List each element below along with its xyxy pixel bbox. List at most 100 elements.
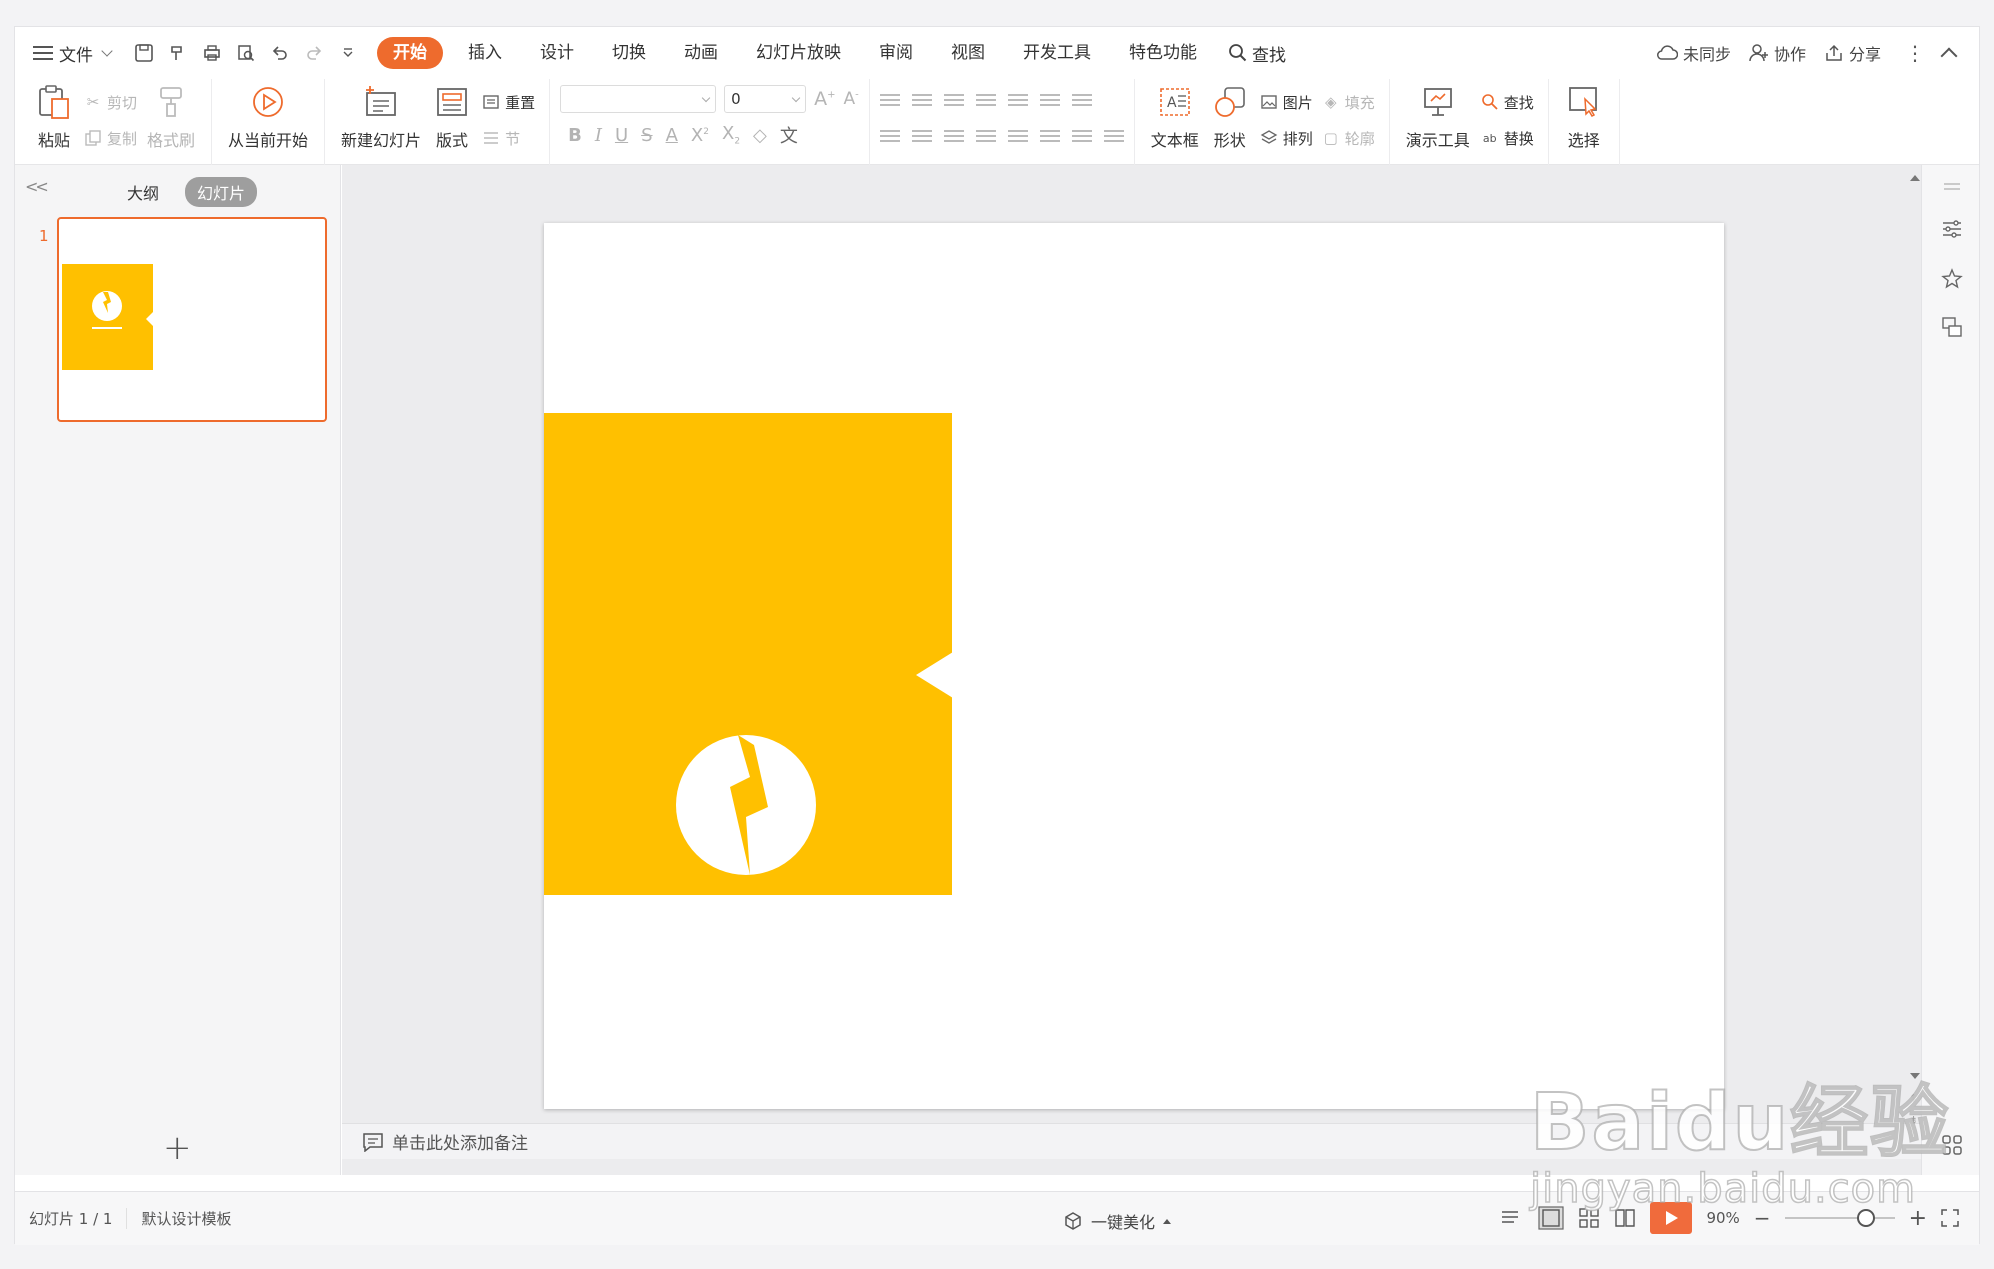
play-slideshow-button[interactable] xyxy=(1650,1202,1693,1234)
add-slide-button[interactable]: + xyxy=(163,1131,192,1165)
fit-window-icon[interactable] xyxy=(1941,1209,1959,1227)
zoom-out-icon[interactable]: − xyxy=(1754,1206,1771,1230)
tab-design[interactable]: 设计 xyxy=(521,37,593,69)
print-preview-icon[interactable] xyxy=(235,42,257,64)
notes-bar[interactable]: 单击此处添加备注 xyxy=(342,1123,1922,1159)
vertical-scrollbar[interactable]: ⇞ ⇟ xyxy=(1908,165,1922,1165)
reset-button[interactable]: 重置 xyxy=(481,89,535,115)
para-spacing-icon[interactable] xyxy=(1039,130,1060,144)
copy-button[interactable]: 复制 xyxy=(83,125,137,151)
justify-icon[interactable] xyxy=(975,130,996,144)
italic-icon[interactable]: I xyxy=(595,125,602,146)
columns-icon[interactable] xyxy=(1007,94,1028,108)
save-icon[interactable] xyxy=(133,42,155,64)
animation-star-icon[interactable] xyxy=(1940,267,1964,291)
select-button[interactable]: 选择 xyxy=(1559,83,1609,151)
zoom-level[interactable]: 90% xyxy=(1706,1209,1739,1227)
collapse-panel-icon[interactable]: << xyxy=(25,177,49,196)
format-painter-qa-icon[interactable] xyxy=(167,42,189,64)
tab-home[interactable]: 开始 xyxy=(377,37,443,69)
zoom-in-icon[interactable]: + xyxy=(1909,1206,1927,1231)
slide-thumbnail[interactable] xyxy=(57,217,327,422)
menu-search[interactable]: 查找 xyxy=(1228,41,1286,66)
list-settings-icon[interactable] xyxy=(1103,130,1124,144)
undo-icon[interactable] xyxy=(269,42,291,64)
arrange-button[interactable]: 排列 xyxy=(1259,125,1313,151)
file-menu[interactable]: 文件 xyxy=(33,41,113,66)
slide-sorter-icon[interactable] xyxy=(1578,1207,1600,1229)
zoom-slider[interactable] xyxy=(1784,1209,1895,1227)
tab-animations[interactable]: 动画 xyxy=(665,37,737,69)
outline-button[interactable]: ▢ 轮廓 xyxy=(1321,125,1375,151)
zoom-slider-knob[interactable] xyxy=(1856,1209,1875,1227)
transition-icon[interactable] xyxy=(1940,315,1964,339)
superscript-icon[interactable]: X2 xyxy=(691,125,709,146)
slide-canvas[interactable]: 公司名称 xyxy=(544,223,1724,1109)
presenter-tools-button[interactable]: 演示工具 xyxy=(1400,83,1476,151)
align-center-icon[interactable] xyxy=(911,130,932,144)
subscript-icon[interactable]: X2 xyxy=(722,123,740,147)
reading-view-icon[interactable] xyxy=(1614,1207,1636,1229)
tab-view[interactable]: 视图 xyxy=(932,37,1004,69)
increase-font-icon[interactable]: A+ xyxy=(814,88,835,110)
phonetic-icon[interactable]: 文 xyxy=(780,122,798,148)
tab-developer[interactable]: 开发工具 xyxy=(1004,37,1110,69)
paste-button[interactable]: 粘贴 xyxy=(29,83,79,151)
beautify-button[interactable]: 一键美化 xyxy=(1063,1209,1172,1233)
tab-transitions[interactable]: 切换 xyxy=(593,37,665,69)
more-icon[interactable]: ⋮ xyxy=(1905,41,1925,65)
tab-special-features[interactable]: 特色功能 xyxy=(1110,37,1216,69)
sync-button[interactable]: 未同步 xyxy=(1656,41,1731,65)
share-button[interactable]: 分享 xyxy=(1824,41,1881,65)
decrease-font-icon[interactable]: A- xyxy=(843,89,858,109)
yellow-cover-block[interactable]: 公司名称 xyxy=(544,413,952,927)
font-name-select[interactable] xyxy=(560,85,717,113)
numbering-icon[interactable] xyxy=(911,94,932,108)
panel-handle-icon[interactable] xyxy=(1940,175,1964,199)
collaborate-button[interactable]: 协作 xyxy=(1749,41,1806,65)
redo-icon[interactable] xyxy=(303,42,325,64)
grid-apps-icon[interactable] xyxy=(1940,1133,1964,1157)
line-spacing-icon[interactable] xyxy=(1071,94,1092,108)
template-name[interactable]: 默认设计模板 xyxy=(127,1208,245,1229)
prev-slide-icon[interactable]: ⇞ xyxy=(1909,1093,1918,1104)
notes-toggle-icon[interactable] xyxy=(1500,1208,1524,1228)
layout-button[interactable]: 版式 xyxy=(427,83,477,151)
scroll-up-arrow-icon[interactable] xyxy=(1910,175,1920,181)
para-settings-icon[interactable] xyxy=(1071,130,1092,144)
strikethrough-icon[interactable]: S xyxy=(641,125,652,146)
next-slide-icon[interactable]: ⇟ xyxy=(1909,1115,1918,1126)
font-color-icon[interactable]: A xyxy=(666,125,678,146)
picture-button[interactable]: 图片 xyxy=(1259,89,1313,115)
bullets-icon[interactable] xyxy=(879,94,900,108)
fill-button[interactable]: ◈ 填充 xyxy=(1321,89,1375,115)
ribbon-find-button[interactable]: 查找 xyxy=(1480,89,1534,115)
font-size-select[interactable]: 0 xyxy=(724,85,807,113)
increase-indent-icon[interactable] xyxy=(975,94,996,108)
bold-icon[interactable]: B xyxy=(568,125,582,146)
tab-review[interactable]: 审阅 xyxy=(860,37,932,69)
cut-button[interactable]: ✂ 剪切 xyxy=(83,89,137,115)
clear-format-icon[interactable]: ◇ xyxy=(753,125,767,146)
tab-slides[interactable]: 幻灯片 xyxy=(185,177,258,207)
distribute-icon[interactable] xyxy=(1007,130,1028,144)
normal-view-icon[interactable] xyxy=(1538,1206,1565,1230)
format-painter-button[interactable]: 格式刷 xyxy=(141,83,201,151)
shape-button[interactable]: 形状 xyxy=(1205,83,1255,151)
tab-insert[interactable]: 插入 xyxy=(449,37,521,69)
underline-icon[interactable]: U xyxy=(615,125,628,146)
align-left-icon[interactable] xyxy=(879,130,900,144)
text-box-button[interactable]: A 文本框 xyxy=(1145,83,1205,151)
print-icon[interactable] xyxy=(201,42,223,64)
customize-qa-icon[interactable] xyxy=(337,42,359,64)
collapse-ribbon-icon[interactable] xyxy=(1940,47,1958,65)
scroll-down-arrow-icon[interactable] xyxy=(1910,1073,1920,1079)
text-direction-icon[interactable] xyxy=(1039,94,1060,108)
replace-button[interactable]: ab 替换 xyxy=(1480,125,1534,151)
tab-outline[interactable]: 大纲 xyxy=(115,177,171,207)
properties-icon[interactable] xyxy=(1940,217,1964,241)
tab-slideshow[interactable]: 幻灯片放映 xyxy=(737,37,860,69)
decrease-indent-icon[interactable] xyxy=(943,94,964,108)
from-current-button[interactable]: 从当前开始 xyxy=(222,83,314,151)
align-right-icon[interactable] xyxy=(943,130,964,144)
